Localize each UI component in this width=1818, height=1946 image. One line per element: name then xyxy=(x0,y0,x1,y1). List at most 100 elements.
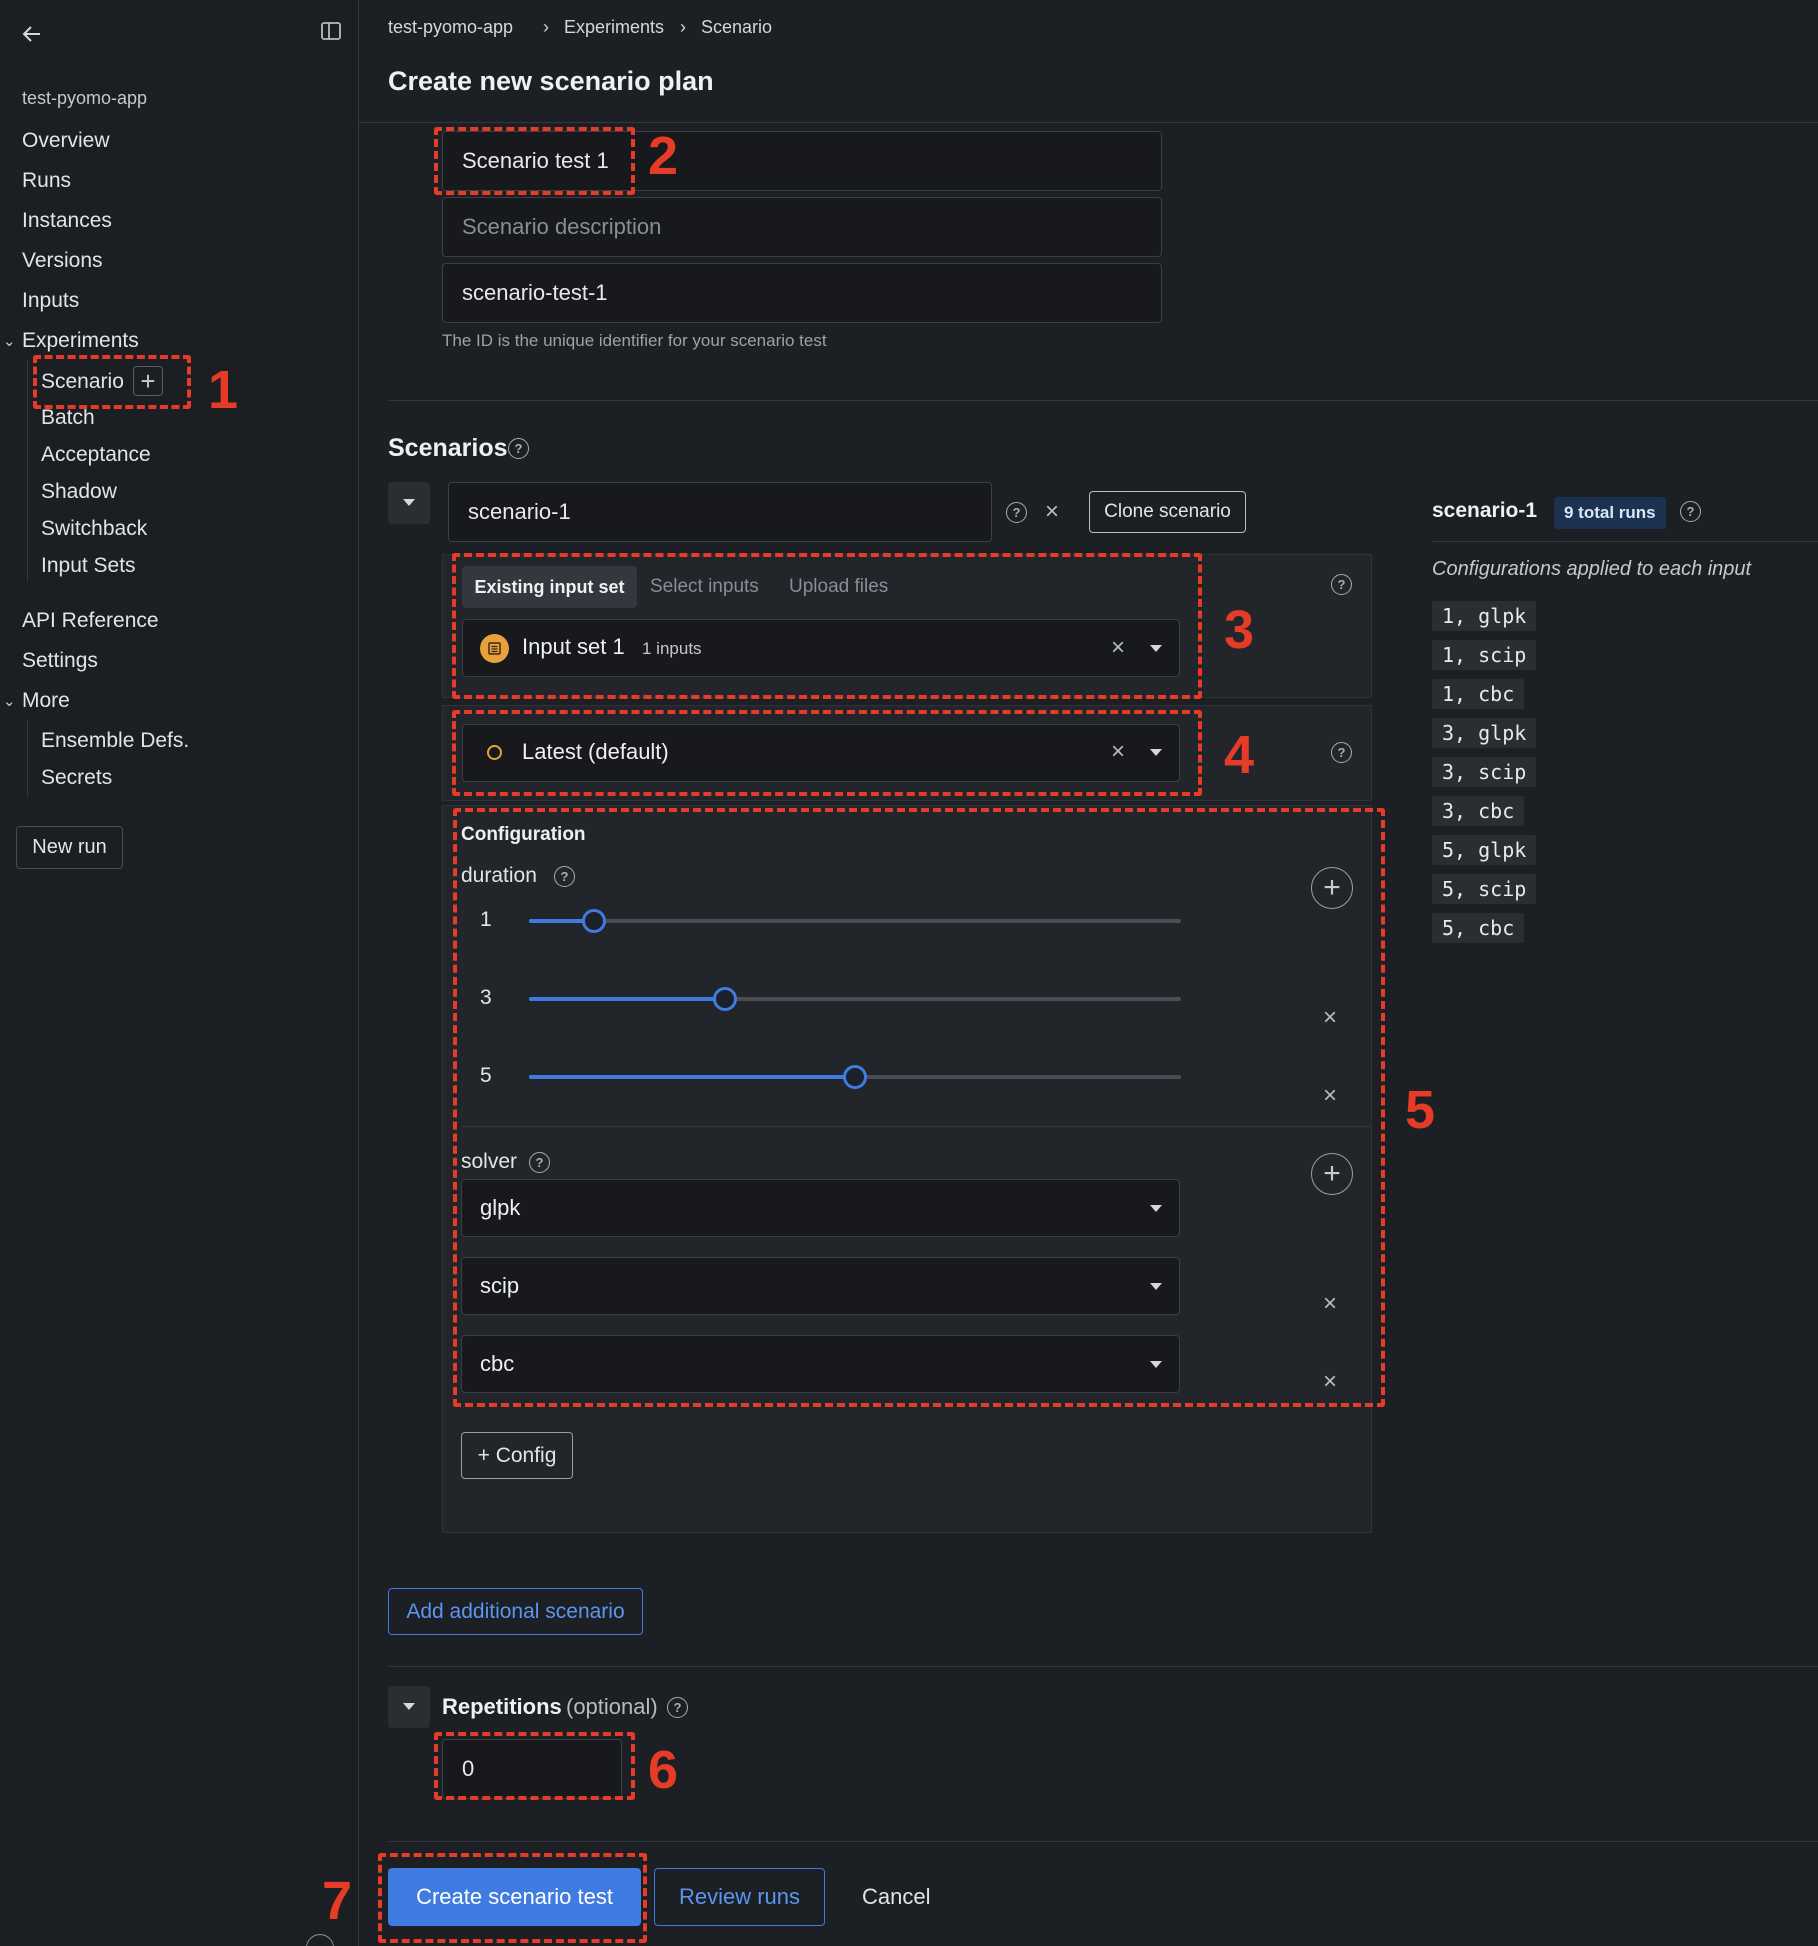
help-icon[interactable] xyxy=(306,1934,334,1946)
header-divider xyxy=(359,122,1818,123)
clear-input-set-icon[interactable]: × xyxy=(1111,636,1125,660)
scenarios-help-icon[interactable]: ? xyxy=(508,438,529,459)
input-set-icon xyxy=(480,634,509,663)
solver-label: solver xyxy=(461,1150,518,1173)
sidebar-item-versions[interactable]: Versions xyxy=(22,249,103,273)
sidebar-item-overview[interactable]: Overview xyxy=(22,129,110,153)
sidebar-item-api-reference[interactable]: API Reference xyxy=(22,609,159,633)
input-set-help-icon[interactable]: ? xyxy=(1331,574,1352,595)
config-list-item: 1, glpk xyxy=(1432,601,1537,631)
version-circle-icon xyxy=(487,745,502,760)
breadcrumb-scenario: Scenario xyxy=(701,17,773,37)
remove-solver-icon[interactable]: × xyxy=(1323,1292,1337,1316)
cancel-button[interactable]: Cancel xyxy=(862,1884,930,1910)
duration-label: duration xyxy=(461,864,537,887)
add-scenario-icon[interactable]: + xyxy=(133,366,163,396)
remove-solver-icon[interactable]: × xyxy=(1323,1370,1337,1394)
remove-duration-icon[interactable]: × xyxy=(1323,1006,1337,1030)
repetitions-help-icon[interactable]: ? xyxy=(667,1697,688,1718)
config-list-item: 5, cbc xyxy=(1432,913,1525,943)
scenario-id-field[interactable]: scenario-1 xyxy=(448,482,992,542)
config-list-item: 5, scip xyxy=(1432,874,1537,904)
more-rail xyxy=(27,720,28,796)
scenario-id-input[interactable]: scenario-test-1 xyxy=(442,263,1162,323)
repetitions-optional: (optional) xyxy=(566,1694,658,1719)
config-list-item: 3, cbc xyxy=(1432,796,1525,826)
config-list-item: 1, scip xyxy=(1432,640,1537,670)
collapse-repetitions-button[interactable] xyxy=(388,1686,430,1728)
duration-value-label: 5 xyxy=(480,1064,492,1087)
sidebar-item-scenario[interactable]: Scenario xyxy=(41,370,124,394)
solver-dropdown-icon[interactable] xyxy=(1150,1205,1162,1212)
scenario-help-icon[interactable]: ? xyxy=(1006,502,1027,523)
add-solver-icon[interactable]: + xyxy=(1311,1153,1353,1195)
new-run-button[interactable]: New run xyxy=(16,826,123,869)
annotation-number-6: 6 xyxy=(648,1740,679,1800)
version-help-icon[interactable]: ? xyxy=(1331,742,1352,763)
tab-upload-files[interactable]: Upload files xyxy=(789,576,888,598)
sidebar-item-acceptance[interactable]: Acceptance xyxy=(41,443,151,467)
scenarios-heading: Scenarios xyxy=(388,434,508,462)
collapse-sidebar-icon[interactable] xyxy=(320,20,342,42)
duration-slider-fill xyxy=(529,997,725,1001)
total-runs-badge: 9 total runs xyxy=(1554,497,1666,529)
back-arrow-icon[interactable] xyxy=(20,22,44,46)
remove-scenario-icon[interactable]: × xyxy=(1045,500,1059,524)
solver-dropdown-icon[interactable] xyxy=(1150,1361,1162,1368)
annotation-number-1: 1 xyxy=(208,360,239,420)
sidebar-item-instances[interactable]: Instances xyxy=(22,209,112,233)
configuration-panel xyxy=(442,805,1372,1533)
add-config-button[interactable]: + Config xyxy=(461,1432,573,1479)
solver-select[interactable] xyxy=(461,1335,1180,1393)
chevron-down-icon[interactable]: ⌄ xyxy=(3,332,16,350)
breadcrumb-app[interactable]: test-pyomo-app xyxy=(388,17,513,38)
tab-select-inputs[interactable]: Select inputs xyxy=(650,576,759,598)
chevron-down-icon[interactable]: ⌄ xyxy=(3,692,16,710)
duration-slider-thumb[interactable] xyxy=(713,987,737,1011)
duration-help-icon[interactable]: ? xyxy=(554,866,575,887)
add-scenario-button[interactable]: Add additional scenario xyxy=(388,1588,643,1635)
sidebar-item-more[interactable]: More xyxy=(22,689,70,713)
duration-slider-track[interactable] xyxy=(529,919,1181,923)
total-runs-help-icon[interactable]: ? xyxy=(1680,501,1701,522)
breadcrumb-experiments[interactable]: Experiments xyxy=(564,17,664,38)
scenario-name-input[interactable]: Scenario test 1 xyxy=(442,131,1162,191)
sidebar-item-settings[interactable]: Settings xyxy=(22,649,98,673)
sidebar-item-inputs[interactable]: Inputs xyxy=(22,289,79,313)
scenario-description-input[interactable]: Scenario description xyxy=(442,197,1162,257)
summary-scenario-name: scenario-1 xyxy=(1432,499,1538,522)
review-runs-button[interactable]: Review runs xyxy=(654,1868,825,1926)
breadcrumb-separator: › xyxy=(680,17,686,37)
create-scenario-test-button[interactable]: Create scenario test xyxy=(388,1868,641,1926)
config-list-item: 3, scip xyxy=(1432,757,1537,787)
solver-select[interactable] xyxy=(461,1179,1180,1237)
duration-slider-thumb[interactable] xyxy=(843,1065,867,1089)
input-set-count: 1 inputs xyxy=(642,639,702,658)
clone-scenario-button[interactable]: Clone scenario xyxy=(1089,491,1246,533)
sidebar-item-input-sets[interactable]: Input Sets xyxy=(41,554,136,578)
sidebar-item-secrets[interactable]: Secrets xyxy=(41,766,112,790)
annotation-number-7: 7 xyxy=(322,1871,353,1931)
remove-duration-icon[interactable]: × xyxy=(1323,1084,1337,1108)
version-dropdown-icon[interactable] xyxy=(1150,749,1162,756)
solver-value: glpk xyxy=(480,1195,521,1220)
annotation-number-4: 4 xyxy=(1224,725,1255,785)
clear-version-icon[interactable]: × xyxy=(1111,740,1125,764)
sidebar-item-switchback[interactable]: Switchback xyxy=(41,517,147,541)
sidebar-item-runs[interactable]: Runs xyxy=(22,169,71,193)
sidebar-item-shadow[interactable]: Shadow xyxy=(41,480,117,504)
duration-slider-thumb[interactable] xyxy=(582,909,606,933)
solver-help-icon[interactable]: ? xyxy=(529,1152,550,1173)
solver-select[interactable] xyxy=(461,1257,1180,1315)
sidebar-item-batch[interactable]: Batch xyxy=(41,406,95,430)
repetitions-input[interactable]: 0 xyxy=(442,1739,622,1799)
solver-dropdown-icon[interactable] xyxy=(1150,1283,1162,1290)
tab-existing-input-set[interactable]: Existing input set xyxy=(462,566,637,608)
collapse-scenario-button[interactable] xyxy=(388,482,430,524)
input-set-dropdown-icon[interactable] xyxy=(1150,645,1162,652)
sidebar-item-experiments[interactable]: Experiments xyxy=(22,329,139,353)
sidebar-item-ensemble-defs[interactable]: Ensemble Defs. xyxy=(41,729,189,753)
duration-slider-fill xyxy=(529,1075,855,1079)
solver-value: scip xyxy=(480,1273,520,1298)
add-duration-icon[interactable]: + xyxy=(1311,867,1353,909)
